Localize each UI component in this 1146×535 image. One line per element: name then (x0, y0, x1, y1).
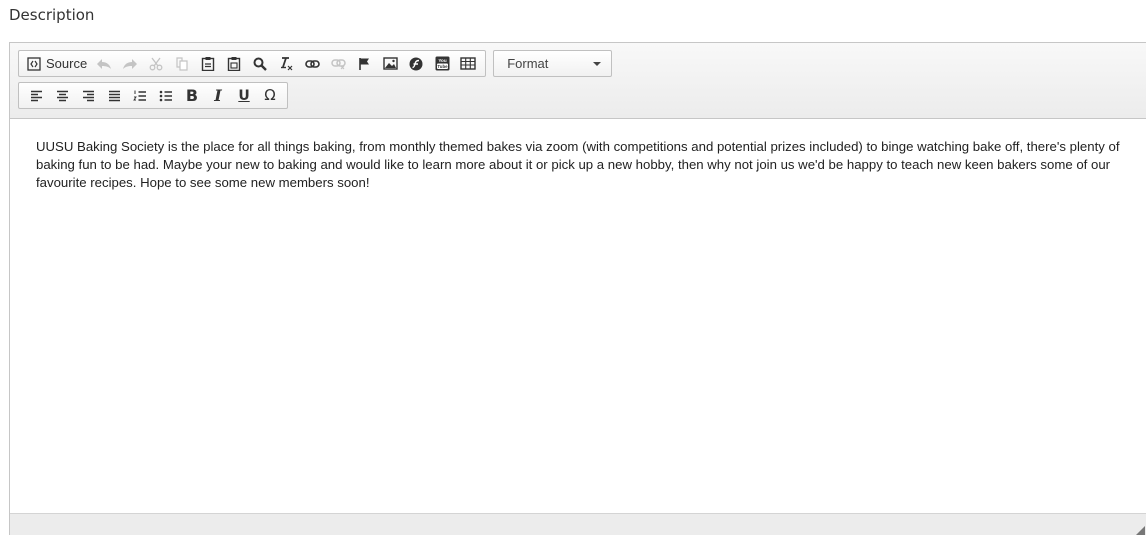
bulleted-list-button[interactable] (154, 85, 178, 106)
paste-text-icon (228, 57, 241, 71)
source-icon (27, 56, 41, 71)
youtube-icon-text-top: You (438, 58, 447, 63)
flash-icon (409, 57, 423, 70)
youtube-icon-text-bottom: Tube (437, 64, 448, 69)
align-right-button[interactable] (76, 85, 100, 106)
undo-button[interactable] (92, 53, 116, 74)
copy-icon (176, 56, 188, 71)
link-button[interactable] (300, 53, 324, 74)
numbered-list-icon (133, 90, 146, 101)
underline-icon: U (238, 87, 250, 104)
link-icon (304, 59, 320, 68)
rich-text-editor: Source You Tube Format B I U Ω UUSU Baki… (9, 42, 1146, 535)
toolbar-row-2: B I U Ω (18, 82, 1146, 110)
chevron-down-icon (593, 61, 602, 66)
format-dropdown-label: Format (507, 56, 549, 71)
youtube-icon: YouTube (435, 56, 450, 71)
resize-handle-icon[interactable] (1135, 526, 1145, 535)
table-button[interactable] (456, 53, 480, 74)
paste-icon (202, 57, 215, 71)
align-left-icon (30, 90, 42, 101)
redo-icon (123, 58, 138, 69)
unlink-icon (330, 58, 346, 69)
italic-icon: I (214, 85, 222, 105)
toolbar-group-formatting: B I U Ω (18, 82, 288, 109)
bulleted-list-icon (159, 90, 172, 101)
search-icon (253, 57, 268, 71)
source-button[interactable]: Source (24, 53, 90, 74)
underline-button[interactable]: U (232, 85, 256, 106)
unlink-button[interactable] (326, 53, 350, 74)
youtube-button[interactable]: You Tube (430, 53, 454, 74)
table-icon (460, 57, 476, 70)
source-button-label: Source (46, 56, 88, 71)
paste-button[interactable] (196, 53, 220, 74)
justify-icon (108, 90, 120, 101)
align-left-button[interactable] (24, 85, 48, 106)
flag-icon (358, 57, 369, 70)
remove-format-icon (280, 56, 293, 70)
align-center-button[interactable] (50, 85, 74, 106)
image-icon (383, 57, 398, 70)
special-char-button[interactable]: Ω (258, 85, 282, 106)
cut-icon (149, 57, 163, 70)
image-button[interactable] (378, 53, 402, 74)
format-dropdown[interactable]: Format (493, 50, 613, 77)
align-right-icon (82, 90, 94, 101)
bold-button[interactable]: B (180, 85, 204, 106)
toolbar-group-main: Source You Tube (18, 50, 487, 77)
editor-toolbar: Source You Tube Format B I U Ω (10, 43, 1146, 119)
editor-content-area[interactable]: UUSU Baking Society is the place for all… (10, 119, 1146, 513)
flash-button[interactable] (404, 53, 428, 74)
copy-button[interactable] (170, 53, 194, 74)
numbered-list-button[interactable] (128, 85, 152, 106)
italic-button[interactable]: I (206, 85, 230, 106)
justify-button[interactable] (102, 85, 126, 106)
description-label: Description (9, 6, 95, 24)
paste-text-button[interactable] (222, 53, 246, 74)
cut-button[interactable] (144, 53, 168, 74)
bold-icon: B (185, 85, 199, 105)
anchor-button[interactable] (352, 53, 376, 74)
editor-status-bar (10, 513, 1146, 535)
redo-button[interactable] (118, 53, 142, 74)
undo-icon (97, 58, 112, 69)
find-button[interactable] (248, 53, 272, 74)
remove-format-button[interactable] (274, 53, 298, 74)
toolbar-row-1: Source You Tube Format (18, 50, 1146, 78)
omega-icon: Ω (264, 86, 276, 104)
align-center-icon (56, 90, 68, 101)
